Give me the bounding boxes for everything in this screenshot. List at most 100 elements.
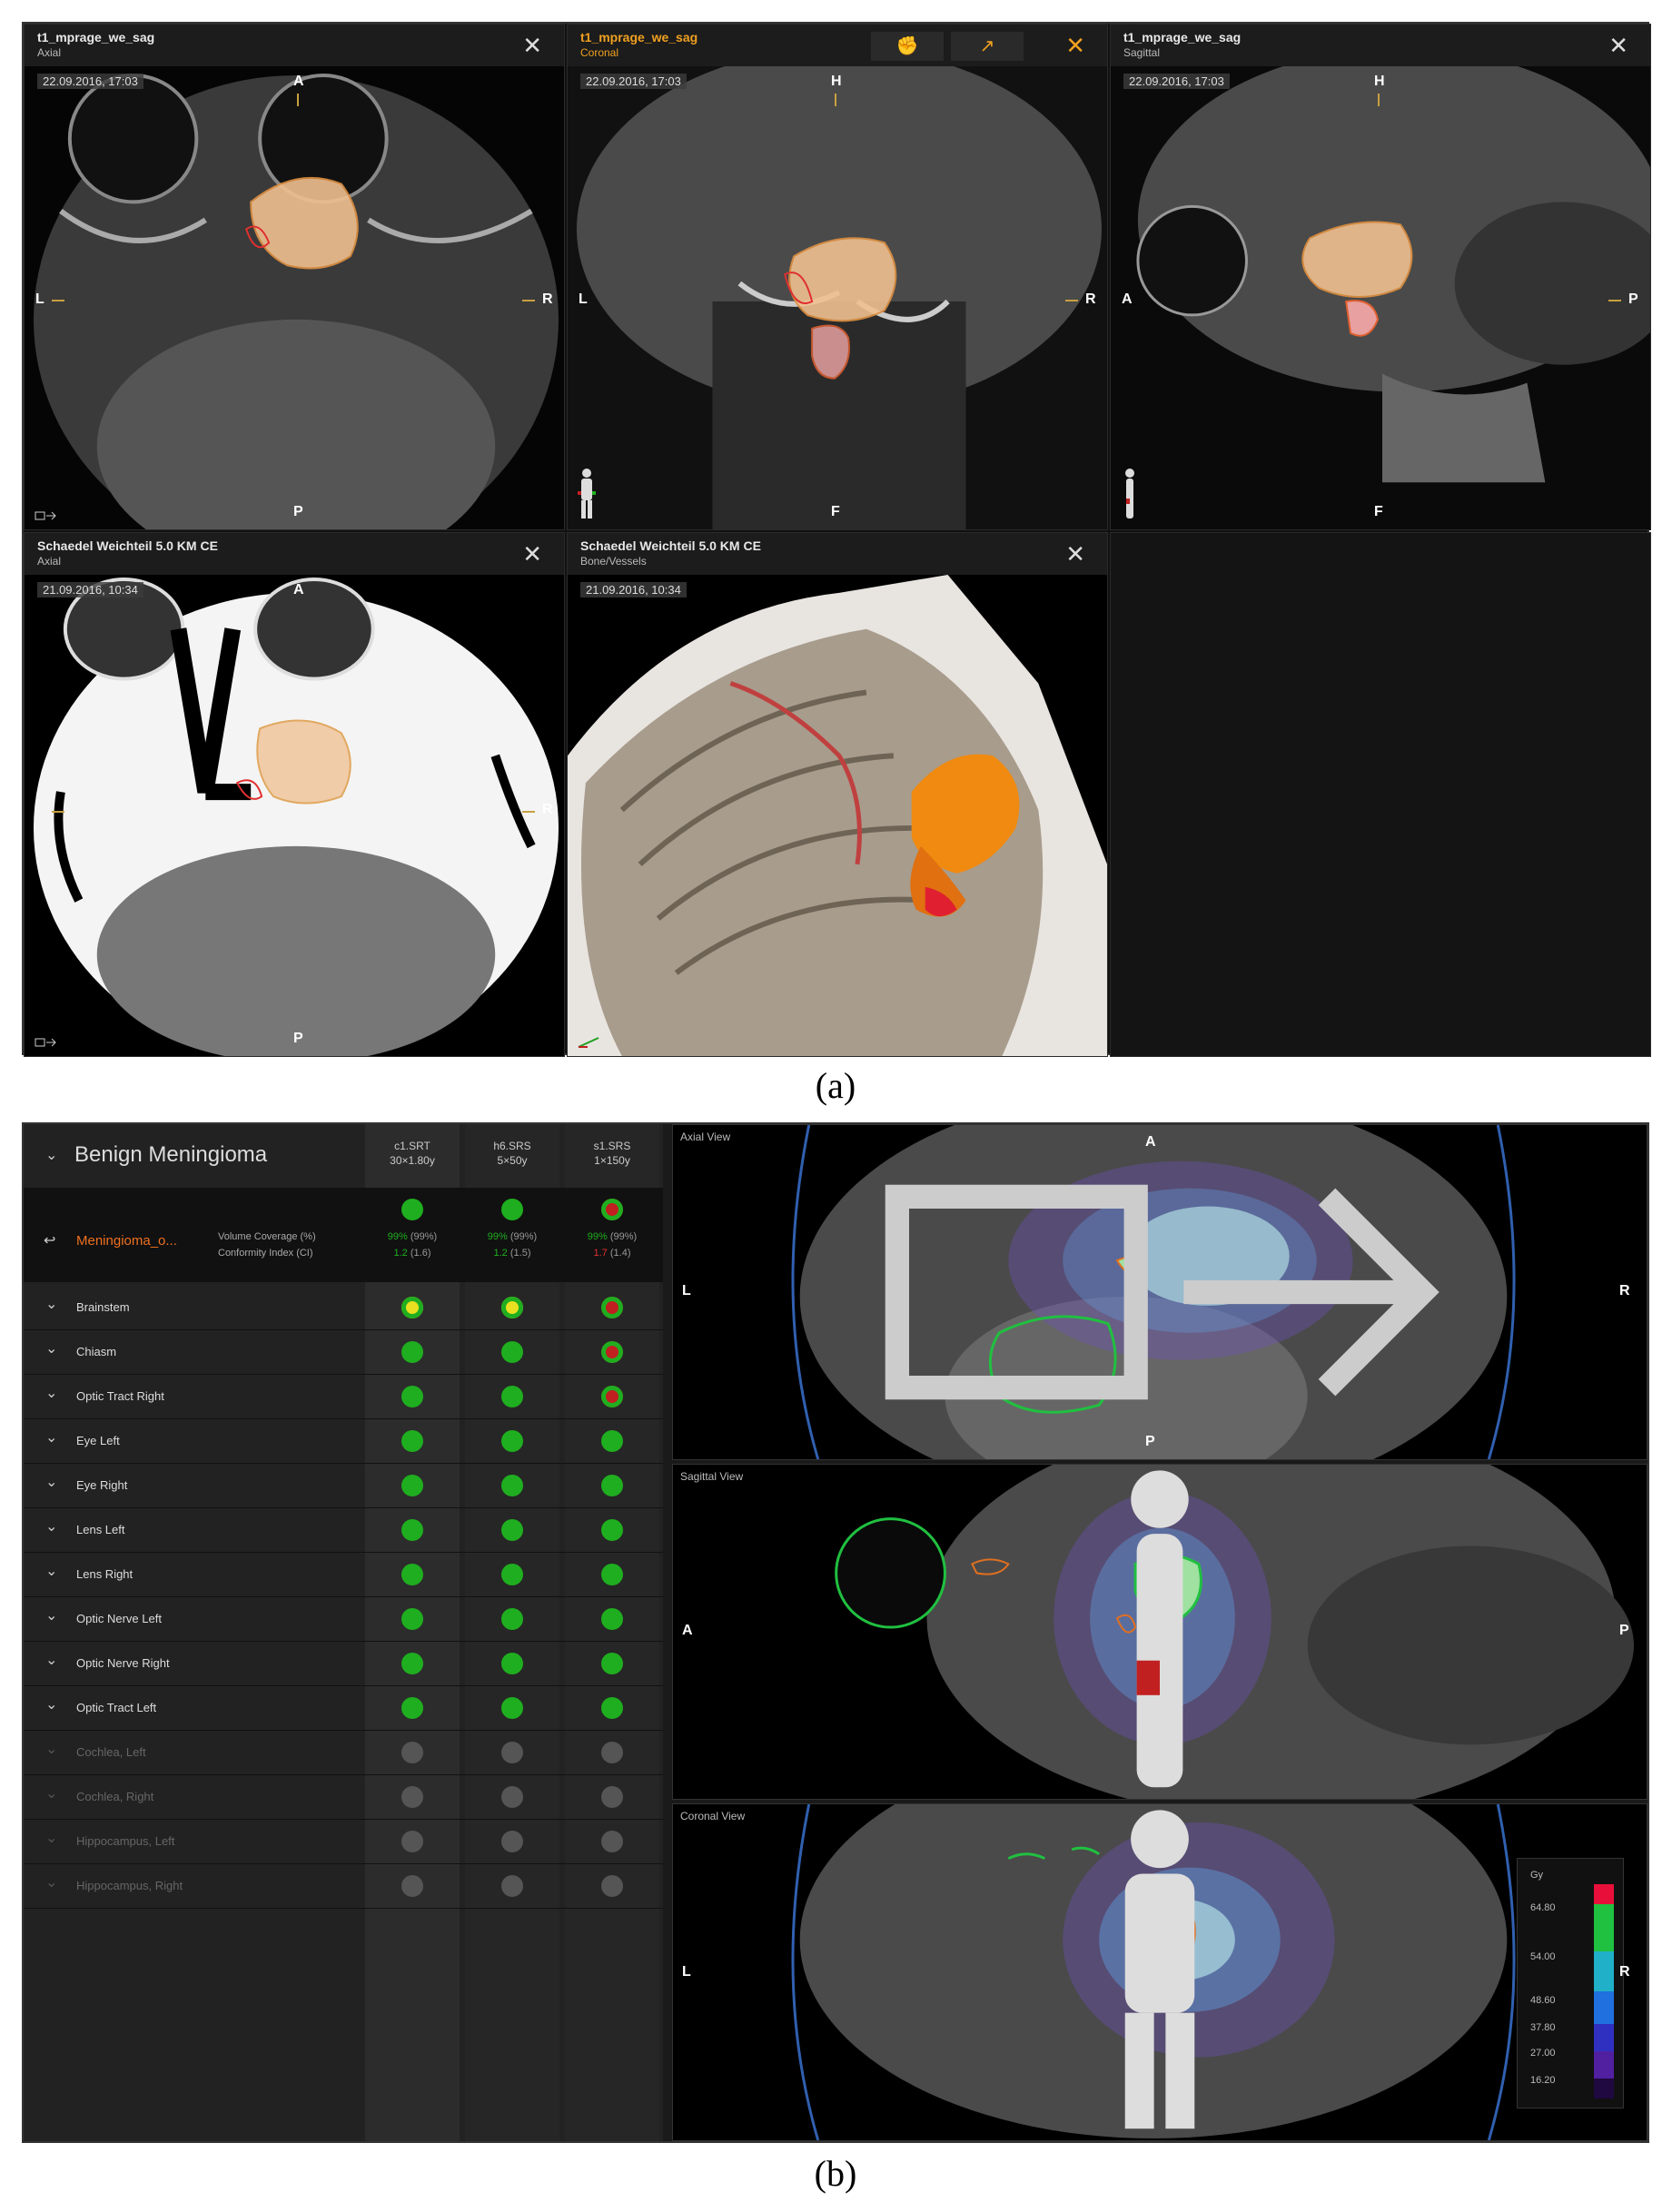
oar-label: Hippocampus, Left [76,1834,175,1848]
oar-row[interactable]: ⌄ Lens Right [24,1553,663,1597]
status-dot [501,1653,523,1674]
volume-coverage-value: 99% (99%) [565,1231,659,1242]
plan-column-header[interactable]: h6.SRS 5×50y [465,1139,559,1168]
chevron-down-icon[interactable]: ⌄ [45,1473,57,1491]
oar-label: Optic Nerve Left [76,1612,162,1625]
plan-dose: 5×50y [497,1154,528,1167]
vc-prev: (99%) [410,1231,438,1242]
viewport-axial-ct[interactable]: Schaedel Weichteil 5.0 KM CE Axial ✕ 21.… [24,532,565,1057]
chevron-down-icon[interactable]: ⌄ [45,1146,57,1164]
ci-current: 1.2 [393,1248,408,1259]
chevron-down-icon[interactable]: ⌄ [45,1784,57,1802]
viewport-header: t1_mprage_we_sag Axial ✕ [25,25,564,66]
plan-name: s1.SRS [593,1140,631,1152]
status-dot [601,1875,623,1897]
close-icon[interactable]: ✕ [522,540,542,568]
chevron-down-icon[interactable]: ⌄ [45,1428,57,1447]
status-dot [401,1430,423,1452]
chevron-down-icon[interactable]: ⌄ [45,1606,57,1624]
status-dot [501,1831,523,1852]
viewport-axial-mr[interactable]: t1_mprage_we_sag Axial ✕ 22.09.2016, 17:… [24,24,565,530]
close-icon[interactable]: ✕ [1065,540,1085,568]
chevron-down-icon[interactable]: ⌄ [45,1295,57,1313]
chevron-down-icon[interactable]: ⌄ [45,1384,57,1402]
viewport-coronal-mr[interactable]: t1_mprage_we_sag Coronal ✊ ↗ ✕ 22.09.201… [567,24,1108,530]
chevron-down-icon[interactable]: ⌄ [45,1562,57,1580]
conformity-value: 1.2 (1.5) [465,1248,559,1259]
status-dot [401,1608,423,1630]
chevron-down-icon[interactable]: ⌄ [45,1339,57,1358]
chevron-down-icon[interactable]: ⌄ [45,1740,57,1758]
axial-dose-view[interactable]: Axial View A P L R [672,1124,1647,1460]
status-dot [401,1297,423,1318]
orientation-tick [52,300,64,301]
mr-coronal-image [568,66,1107,529]
ci-current: 1.7 [593,1248,608,1259]
viewport-3d-render[interactable]: Schaedel Weichteil 5.0 KM CE Bone/Vessel… [567,532,1108,1057]
oar-label: Hippocampus, Right [76,1879,183,1892]
chevron-down-icon[interactable]: ⌄ [45,1651,57,1669]
return-arrow-icon[interactable]: ↩ [44,1231,55,1249]
plan-column-header[interactable]: s1.SRS 1×150y [565,1139,659,1168]
series-title: Schaedel Weichteil 5.0 KM CE [580,538,761,553]
status-dot [601,1519,623,1541]
status-dot [401,1786,423,1808]
orientation-label: Bone/Vessels [580,555,647,568]
orient-top: A [293,74,304,89]
oar-row[interactable]: ⌄ Optic Nerve Right [24,1642,663,1686]
ci-current: 1.2 [493,1248,508,1259]
ct-axial-image [25,575,564,1056]
close-icon[interactable]: ✕ [522,32,542,60]
oar-row[interactable]: ⌄ Chiasm [24,1330,663,1375]
target-structure-row[interactable]: ↩ Meningioma_o... Volume Coverage (%) Co… [24,1188,663,1282]
viewport-header: Schaedel Weichteil 5.0 KM CE Axial ✕ [25,533,564,575]
ci-prev: (1.5) [510,1248,531,1259]
oar-row[interactable]: ⌄ Cochlea, Right [24,1775,663,1820]
orient-bottom: F [1374,504,1383,519]
viewport-sagittal-mr[interactable]: t1_mprage_we_sag Sagittal ✕ 22.09.2016, … [1110,24,1651,530]
status-dot [501,1786,523,1808]
oar-row[interactable]: ⌄ Hippocampus, Right [24,1864,663,1909]
status-dot [501,1386,523,1407]
orient-bottom: P [293,1031,303,1046]
plan-column-header[interactable]: c1.SRT 30×1.80y [365,1139,460,1168]
oar-label: Lens Left [76,1523,125,1536]
oar-row[interactable]: ⌄ Eye Right [24,1464,663,1508]
plan-header: ⌄ Benign Meningioma c1.SRT 30×1.80y h6.SR… [24,1124,663,1188]
orientation-label: Sagittal [1123,46,1161,59]
status-dot [501,1341,523,1363]
oar-row[interactable]: ⌄ Cochlea, Left [24,1731,663,1775]
oar-row[interactable]: ⌄ Optic Tract Right [24,1375,663,1419]
chevron-down-icon[interactable]: ⌄ [45,1695,57,1713]
coronal-dose-view[interactable]: Coronal View H F L R [672,1803,1647,2141]
vc-current: 99% [587,1231,608,1242]
grab-tool-icon[interactable]: ✊ [871,32,944,61]
conformity-value: 1.2 (1.6) [365,1248,460,1259]
chevron-down-icon[interactable]: ⌄ [45,1829,57,1847]
metric-label: Volume Coverage (%) [218,1231,316,1242]
orientation-label: Coronal [580,46,619,59]
oar-row[interactable]: ⌄ Optic Nerve Left [24,1597,663,1642]
body-orientation-icon [1124,1810,1195,2129]
status-dot [501,1297,523,1318]
status-dot [601,1608,623,1630]
oar-row[interactable]: ⌄ Lens Left [24,1508,663,1553]
oar-label: Cochlea, Left [76,1745,146,1759]
close-icon[interactable]: ✕ [1065,32,1085,60]
3d-cube-icon [35,511,56,520]
status-dot [501,1742,523,1763]
chevron-down-icon[interactable]: ⌄ [45,1517,57,1536]
maximize-arrow-icon[interactable]: ↗ [951,32,1024,61]
vc-prev: (99%) [510,1231,538,1242]
oar-row[interactable]: ⌄ Brainstem [24,1286,663,1330]
3d-volume-render [568,575,1107,1056]
status-dot [601,1430,623,1452]
close-icon[interactable]: ✕ [1608,32,1628,60]
sagittal-dose-view[interactable]: Sagittal View H F A P [672,1464,1647,1800]
oar-row[interactable]: ⌄ Optic Tract Left [24,1686,663,1731]
oar-row[interactable]: ⌄ Eye Left [24,1419,663,1464]
chevron-down-icon[interactable]: ⌄ [45,1873,57,1891]
body-orientation-icon [1131,1470,1189,1788]
volume-coverage-value: 99% (99%) [365,1231,460,1242]
oar-row[interactable]: ⌄ Hippocampus, Left [24,1820,663,1864]
